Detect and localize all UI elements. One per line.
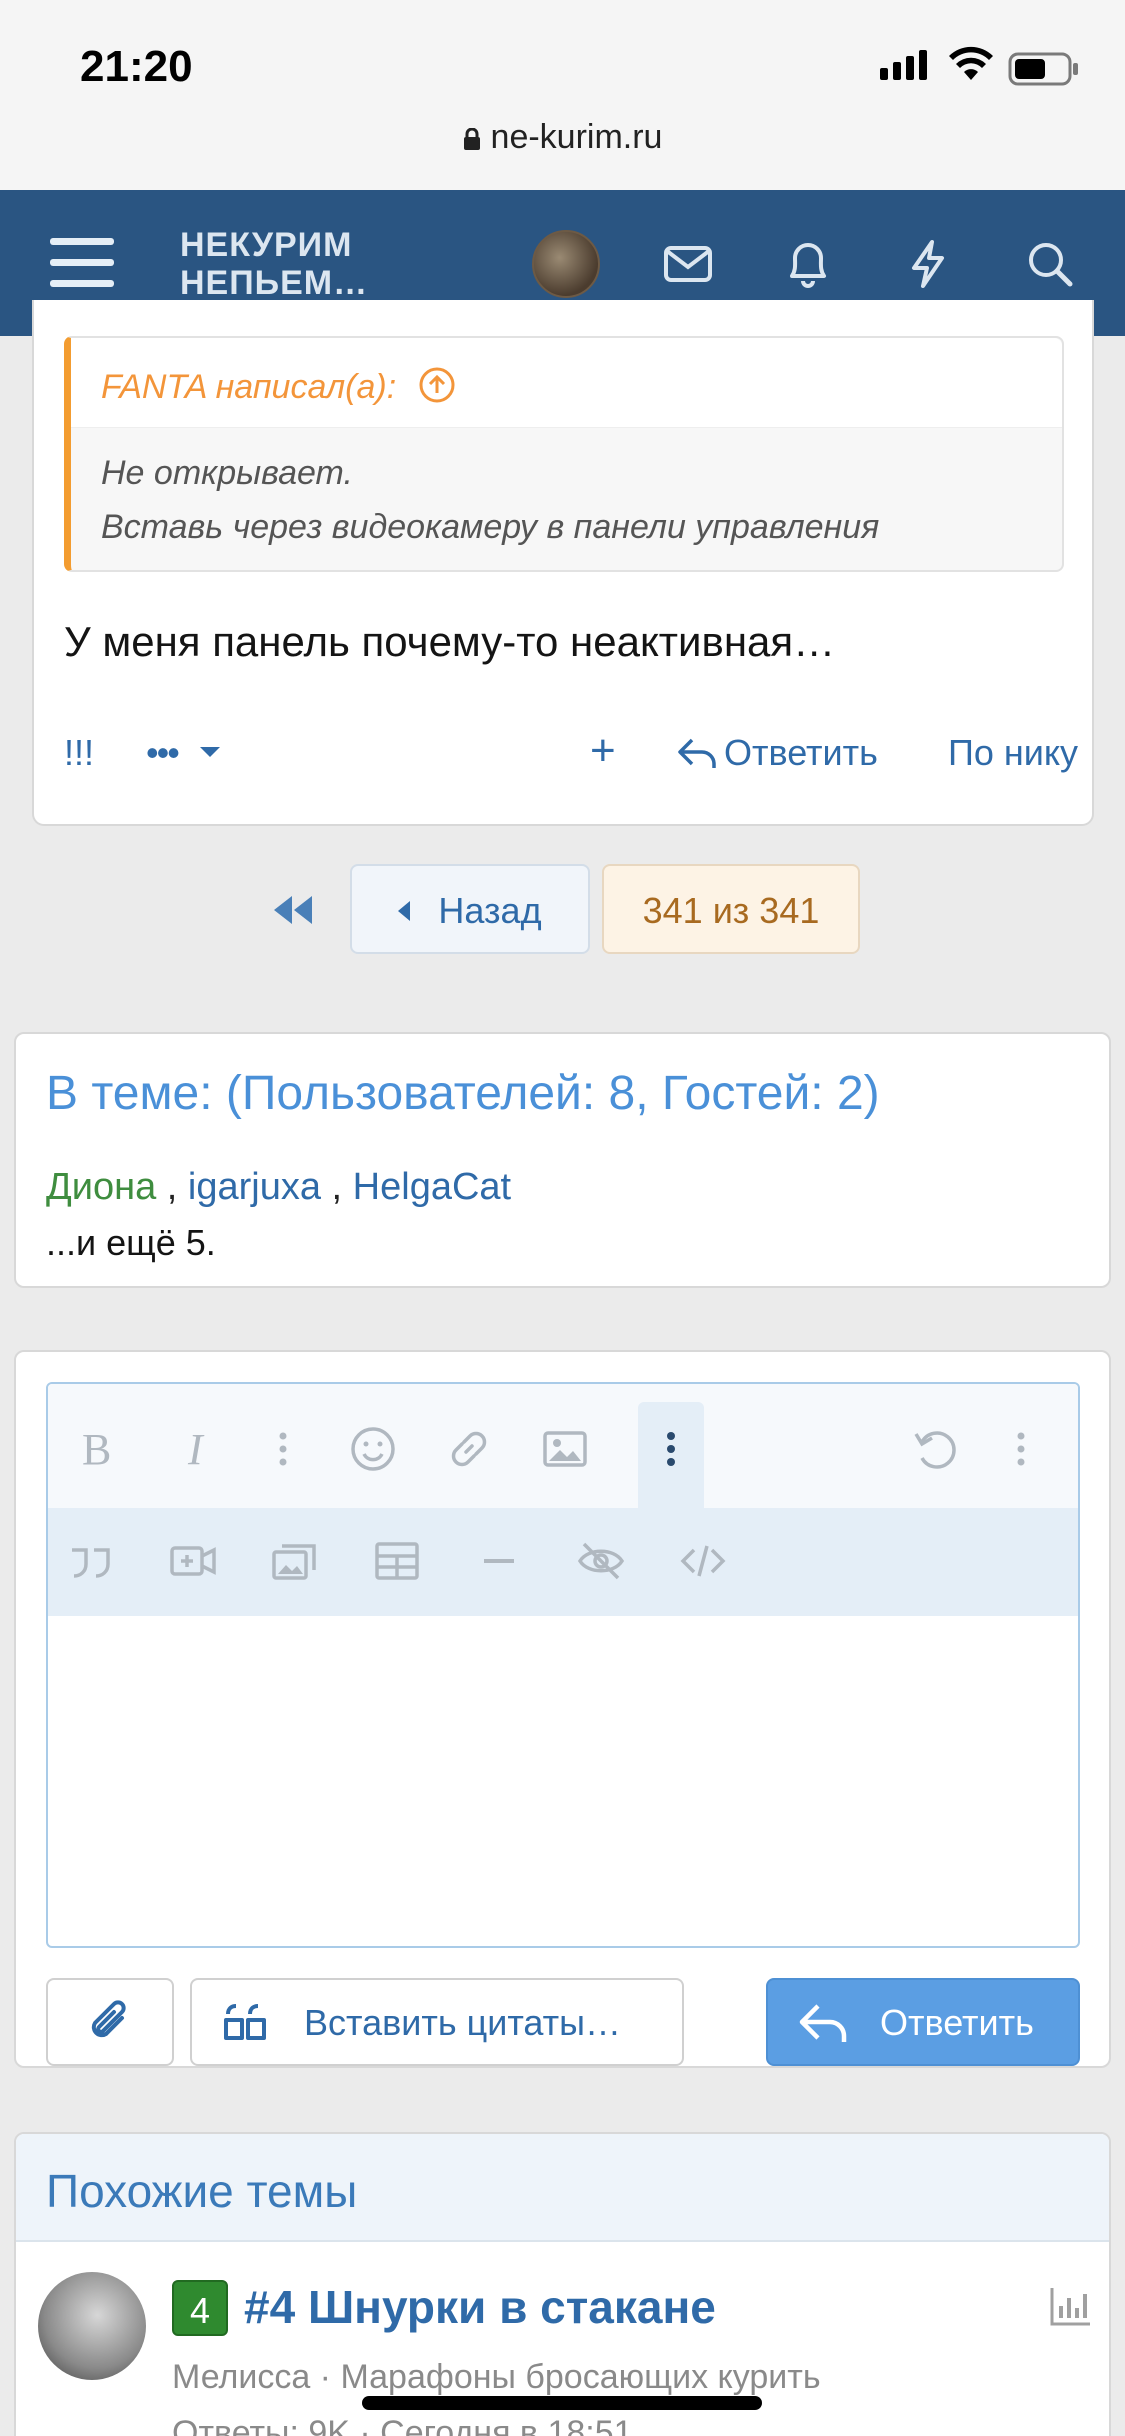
wifi-icon [949, 46, 993, 80]
logo-line-1: НЕКУРИМ [180, 226, 353, 264]
url-text: ne-kurim.ru [490, 118, 663, 156]
post-actions: !!! ••• + Ответить По нику [64, 726, 1078, 782]
back-label: Назад [438, 890, 542, 931]
thread-badge: 4 [172, 2280, 228, 2336]
menu-icon[interactable] [50, 238, 114, 288]
site-logo[interactable]: НЕКУРИМ НЕПЬЕМ… [180, 226, 368, 302]
page-indicator[interactable]: 341 из 341 [602, 864, 860, 954]
thread-author-avatar[interactable] [38, 2272, 146, 2380]
battery-icon [1008, 52, 1078, 86]
bold-icon[interactable]: B [72, 1424, 122, 1474]
post-text: У меня панель почему-то неактивная… [64, 618, 836, 665]
in-theme-title[interactable]: В теме: (Пользователей: 8, Гостей: 2) [46, 1066, 880, 1121]
arrow-up-circle-icon[interactable] [418, 366, 456, 404]
svg-text:B: B [82, 1425, 111, 1474]
similar-threads-heading: Похожие темы [16, 2134, 1109, 2242]
thread-title-link[interactable]: #4 Шнурки в стакане [244, 2280, 716, 2334]
table-icon[interactable] [372, 1536, 422, 1586]
quote-icon[interactable] [66, 1536, 116, 1586]
insert-quotes-label: Вставить цитаты… [304, 2002, 622, 2043]
undo-icon[interactable] [910, 1424, 960, 1474]
post-card: FANTA написал(а): Не открывает. Вставь ч… [32, 300, 1094, 826]
user-link[interactable]: Диона [46, 1166, 156, 1208]
signal-icon [880, 50, 927, 80]
more-button[interactable]: ••• [146, 732, 220, 774]
home-indicator [362, 2396, 762, 2410]
user-link[interactable]: HelgaCat [353, 1166, 511, 1208]
quote-block: FANTA написал(а): Не открывает. Вставь ч… [64, 336, 1064, 572]
quote-line: Не открывает. [101, 454, 353, 492]
caret-left-icon [398, 901, 411, 921]
image-icon[interactable] [540, 1424, 590, 1474]
quote-header[interactable]: FANTA написал(а): [71, 338, 1062, 428]
reply-icon [799, 2004, 847, 2042]
bar-chart-icon [1050, 2288, 1090, 2326]
paperclip-icon [91, 2000, 126, 2038]
logo-line-2: НЕПЬЕМ… [180, 264, 369, 302]
user-link[interactable]: igarjuxa [188, 1166, 321, 1208]
bolt-icon[interactable] [898, 234, 958, 294]
smile-icon[interactable] [348, 1424, 398, 1474]
first-page-icon[interactable] [270, 890, 320, 930]
quote-icon [224, 2004, 266, 2040]
thread-meta: Мелисса · Марафоны бросающих курить [172, 2358, 821, 2396]
quote-line: Вставь через видеокамеру в панели управл… [101, 508, 880, 546]
reply-button[interactable]: Ответить [766, 1978, 1080, 2066]
back-button[interactable]: Назад [350, 864, 590, 954]
insert-quotes-button[interactable]: Вставить цитаты… [190, 1978, 684, 2066]
reply-editor-card: B I Вставить цитаты… Ответить [14, 1350, 1111, 2068]
mail-icon[interactable] [658, 234, 718, 294]
video-icon[interactable] [168, 1536, 218, 1586]
italic-icon[interactable]: I [174, 1424, 224, 1474]
address-bar[interactable]: ne-kurim.ru [0, 118, 1125, 157]
status-bar: 21:20 ne-kurim.ru [0, 0, 1125, 190]
lock-icon [463, 128, 480, 150]
attach-button[interactable] [46, 1978, 174, 2066]
in-theme-card: В теме: (Пользователей: 8, Гостей: 2) Ди… [14, 1032, 1111, 1288]
react-button[interactable]: !!! [64, 732, 94, 774]
link-icon[interactable] [444, 1424, 494, 1474]
svg-text:I: I [187, 1425, 205, 1474]
status-time: 21:20 [80, 42, 193, 91]
thread-stats: Ответы: 9K · Сегодня в 18:51 [172, 2414, 633, 2436]
caret-down-icon [200, 747, 220, 757]
similar-threads-card: Похожие темы 4 #4 Шнурки в стакане Мелис… [14, 2132, 1111, 2436]
reply-button-label: Ответить [880, 2002, 1034, 2043]
user-avatar[interactable] [532, 230, 600, 298]
editor: B I [46, 1382, 1080, 1948]
search-icon[interactable] [1020, 234, 1080, 294]
add-button[interactable]: + [590, 726, 616, 776]
editor-textarea[interactable] [48, 1616, 1078, 1946]
more-users: ...и ещё 5. [46, 1222, 216, 1263]
reply-link-label: Ответить [724, 732, 878, 773]
bell-icon[interactable] [778, 234, 838, 294]
more-vert-icon[interactable] [996, 1424, 1046, 1474]
spoiler-icon[interactable] [576, 1536, 626, 1586]
quote-body: Не открывает. Вставь через видеокамеру в… [71, 428, 1062, 554]
gallery-icon[interactable] [270, 1536, 320, 1586]
reply-icon [678, 738, 716, 768]
hr-icon[interactable] [474, 1536, 524, 1586]
quote-author: FANTA написал(а): [101, 368, 397, 406]
more-vert-icon[interactable] [258, 1424, 308, 1474]
code-icon[interactable] [678, 1536, 728, 1586]
more-dots: ••• [146, 732, 180, 773]
by-nick-link[interactable]: По нику [948, 732, 1078, 774]
online-users: Диона , igarjuxa , HelgaCat [46, 1166, 512, 1208]
more-vert-icon[interactable] [646, 1424, 696, 1474]
